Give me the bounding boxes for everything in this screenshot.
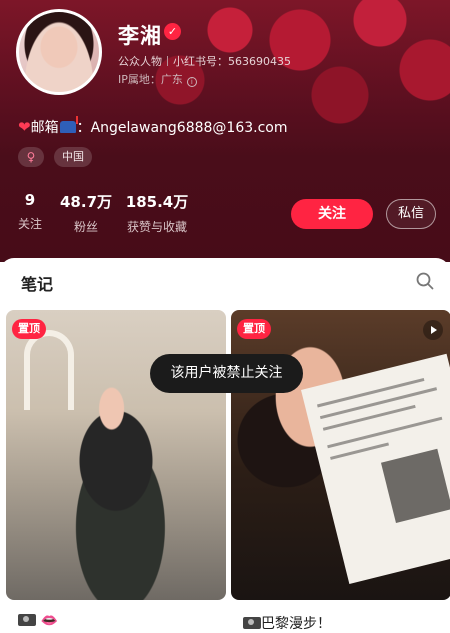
cover-image — [301, 353, 450, 585]
pinned-badge: 置顶 — [12, 319, 46, 339]
profile-name: 李湘 — [118, 24, 162, 48]
bio-label: 邮箱 — [30, 120, 59, 136]
stat-label: 关注 — [17, 217, 42, 231]
stat-label: 获赞与收藏 — [126, 220, 187, 234]
notes-section: 笔记 置顶 置顶 👄 巴黎漫步！ — [0, 258, 450, 633]
stat-value: 48.7万 — [60, 193, 113, 211]
heart-icon: ❤ — [18, 118, 31, 136]
toast-message: 该用户被禁止关注 — [150, 354, 303, 393]
note-caption: 👄 — [18, 613, 58, 629]
stat-label: 粉丝 — [73, 220, 98, 234]
account-id: 小红书号：563690435 — [173, 55, 291, 68]
pinned-badge: 置顶 — [237, 319, 271, 339]
category-label: 公众人物 — [118, 55, 162, 68]
avatar[interactable] — [16, 9, 102, 95]
stat-value: 9 — [24, 191, 36, 209]
stat-following[interactable]: 9 关注 — [14, 191, 46, 232]
ip-label: IP属地：广东 — [118, 73, 183, 86]
search-icon[interactable] — [416, 272, 434, 290]
profile-header: 李湘 ✓ 公众人物 小红书号：563690435 IP属地：广东 i ❤邮箱 ：Ang… — [0, 0, 450, 262]
stat-followers[interactable]: 48.7万 粉丝 — [60, 191, 112, 235]
account-meta: 公众人物 小红书号：563690435 — [118, 53, 291, 69]
bio: ❤邮箱 ：Angelawang6888@163.com — [18, 116, 288, 137]
caption-text: 巴黎漫步！ — [261, 616, 331, 632]
message-button[interactable]: 私信 — [386, 199, 436, 229]
cover-image — [24, 330, 74, 410]
divider — [167, 56, 168, 66]
info-icon[interactable]: i — [186, 77, 197, 87]
stat-value: 185.4万 — [125, 193, 189, 211]
stat-likes[interactable]: 185.4万 获赞与收藏 — [124, 191, 190, 235]
note-caption: 巴黎漫步！ — [243, 613, 331, 633]
bio-email: ：Angelawang6888@163.com — [76, 120, 288, 136]
mailbox-icon — [59, 116, 78, 133]
camera-icon — [243, 617, 261, 629]
female-icon: ♀ — [18, 147, 44, 167]
lips-icon: 👄 — [40, 613, 58, 629]
follow-button[interactable]: 关注 — [291, 199, 373, 229]
play-icon — [423, 320, 443, 340]
location-tag: 中国 — [54, 147, 92, 167]
ip-location: IP属地：广东 i — [118, 71, 197, 87]
tab-notes[interactable]: 笔记 — [21, 271, 53, 295]
verified-icon: ✓ — [164, 23, 181, 40]
camera-icon — [18, 614, 36, 626]
